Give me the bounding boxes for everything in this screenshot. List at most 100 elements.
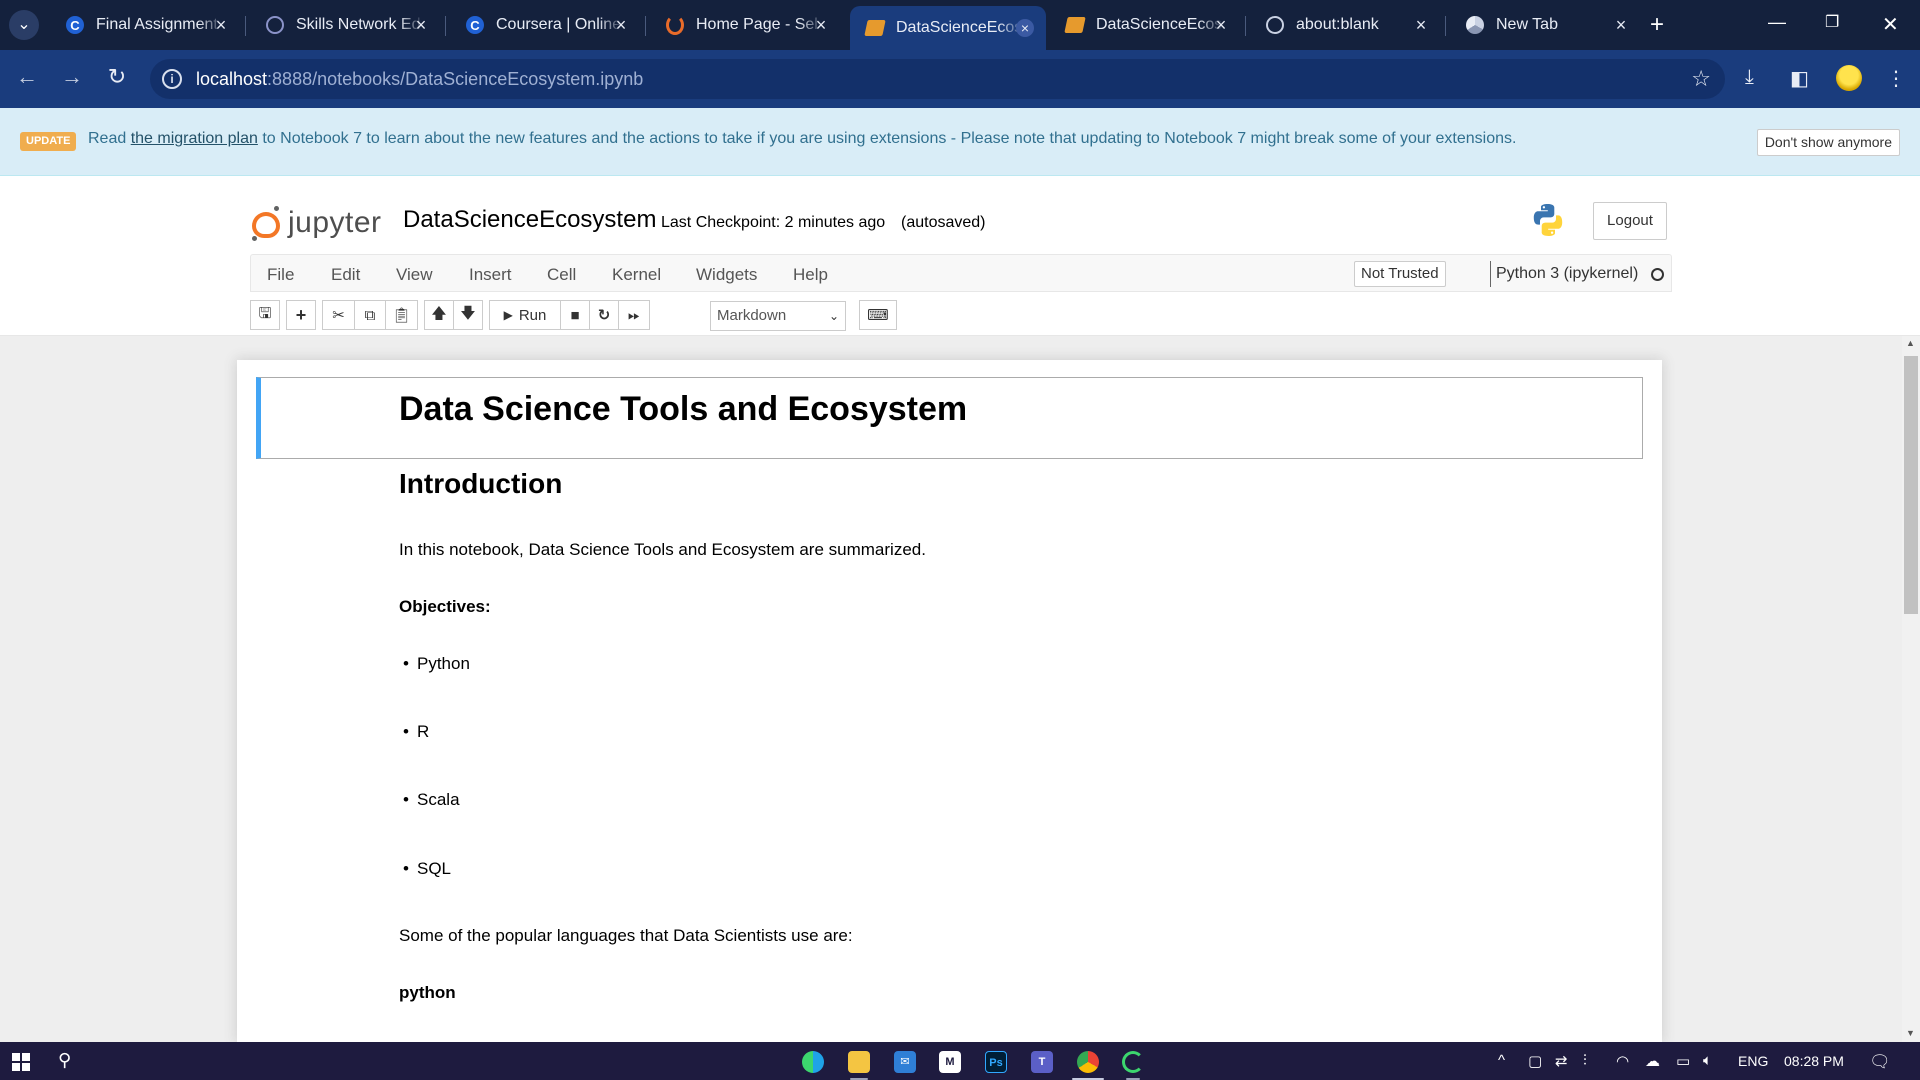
edge-icon[interactable] [802,1051,824,1073]
battery-icon[interactable]: ▭ [1676,1052,1690,1070]
last-checkpoint: Last Checkpoint: 2 minutes ago [661,214,886,231]
kernel-name[interactable]: Python 3 (ipykernel) [1490,261,1638,287]
menu-cell[interactable]: Cell [547,265,576,285]
onedrive-offline-icon[interactable]: ☁ [1645,1052,1660,1070]
list-item: R [403,722,430,742]
tab-title: Coursera | Online [496,16,622,33]
move-down-arrow-icon[interactable]: 🡇 [453,300,483,330]
profile-avatar[interactable] [1836,65,1862,91]
teams-icon[interactable]: T [1031,1051,1053,1073]
url-text[interactable]: localhost:8888/notebooks/DataScienceEcos… [196,69,643,90]
browser-tab[interactable]: DataScienceEcos × [1050,6,1242,44]
bookmark-star-icon[interactable]: ☆ [1691,66,1711,92]
tab-title: DataScienceEcos [896,19,1023,36]
logout-button[interactable]: Logout [1593,202,1667,240]
notebook-name[interactable]: DataScienceEcosystem [403,206,656,234]
move-up-arrow-icon[interactable]: 🡅 [424,300,454,330]
browser-tab[interactable]: about:blank × [1250,6,1442,44]
notepad-app-icon[interactable]: M [939,1051,961,1073]
search-icon[interactable]: ⚲ [58,1050,71,1071]
insert-cell-plus-icon[interactable]: + [286,300,316,330]
browser-tab[interactable]: C Coursera | Online × [450,6,642,44]
browser-tab-strip: ⌄ C Final Assignment × Skills Network Ed… [0,0,1920,50]
site-info-icon[interactable]: i [162,69,182,89]
paste-icon[interactable]: 📋︎ [385,300,418,330]
minimize-icon[interactable]: — [1768,12,1786,33]
cell-type-select[interactable]: Markdown ⌄ [710,301,846,331]
python-logo-icon [1533,204,1563,236]
scroll-up-arrow-icon[interactable]: ▲ [1906,338,1915,348]
run-button[interactable]: ▶ Run [489,300,561,330]
cut-scissors-icon[interactable]: ✂ [322,300,355,330]
close-tab-icon[interactable]: × [212,16,230,34]
close-tab-icon[interactable]: × [1016,19,1034,37]
menu-kernel[interactable]: Kernel [612,265,661,285]
file-explorer-icon[interactable] [848,1051,870,1073]
close-tab-icon[interactable]: × [1212,16,1230,34]
interrupt-stop-icon[interactable]: ■ [560,300,590,330]
menu-view[interactable]: View [396,265,433,285]
window-close-icon[interactable]: ✕ [1882,12,1899,37]
clock[interactable]: 08:28 PM [1784,1053,1844,1069]
browser-menu-icon[interactable]: ⋮ [1886,66,1906,91]
forward-arrow-icon[interactable]: → [57,64,87,90]
reload-icon[interactable]: ↻ [102,64,132,90]
dont-show-anymore-button[interactable]: Don't show anymore [1756,129,1900,156]
mail-icon[interactable]: ✉ [894,1051,916,1073]
scroll-down-arrow-icon[interactable]: ▼ [1906,1028,1915,1038]
app-loading-icon[interactable] [1122,1051,1144,1073]
skills-network-icon [266,16,284,34]
wifi-icon[interactable]: ◠ [1616,1052,1629,1070]
close-tab-icon[interactable]: × [812,16,830,34]
notebook-header: jupyter DataScienceEcosystem Last Checkp… [0,176,1920,336]
scrollbar-thumb[interactable] [1904,356,1918,614]
migration-plan-link[interactable]: the migration plan [131,130,258,147]
new-tab-plus-icon[interactable]: + [1650,12,1664,38]
photoshop-icon[interactable]: Ps [985,1051,1007,1073]
menu-file[interactable]: File [267,265,294,285]
back-arrow-icon[interactable]: ← [12,64,42,90]
close-tab-icon[interactable]: × [412,16,430,34]
not-trusted-button[interactable]: Not Trusted [1354,261,1446,287]
settings-sliders-icon[interactable]: ⇄ [1555,1052,1568,1070]
intro-paragraph: In this notebook, Data Science Tools and… [399,540,926,559]
jupyter-logo-icon [252,206,282,241]
menu-widgets[interactable]: Widgets [696,265,757,285]
windows-start-icon[interactable] [12,1053,30,1071]
menu-help[interactable]: Help [793,265,828,285]
tab-divider [1445,16,1446,36]
save-icon[interactable]: 🖫 [250,300,280,330]
keyboard-shortcuts-icon[interactable]: ⌨ [859,300,897,330]
menu-insert[interactable]: Insert [469,265,512,285]
network-stats-icon[interactable]: ⫶ [1583,1052,1587,1069]
copy-icon[interactable]: ⧉ [354,300,386,330]
jupyter-logo[interactable]: jupyter [252,203,382,243]
menu-edit[interactable]: Edit [331,265,360,285]
page-scrollbar[interactable]: ▲ ▼ [1902,336,1920,1042]
language-indicator[interactable]: ENG [1738,1053,1768,1069]
download-icon[interactable]: ⤓ [1745,66,1754,89]
close-tab-icon[interactable]: × [1412,16,1430,34]
browser-tab[interactable]: C Final Assignment × [50,6,242,44]
show-hidden-icons-chevron-icon[interactable]: ^ [1498,1052,1505,1069]
close-tab-icon[interactable]: × [612,16,630,34]
browser-tab[interactable]: Skills Network Ed × [250,6,442,44]
close-tab-icon[interactable]: × [1612,16,1630,34]
browser-tab[interactable]: New Tab × [1450,6,1642,44]
restart-icon[interactable]: ↻ [589,300,619,330]
menu-bar: File Edit View Insert Cell Kernel Widget… [250,254,1672,292]
tab-search-chevron-icon[interactable]: ⌄ [9,10,39,40]
notebook-page: Data Science Tools and Ecosystem Introdu… [237,360,1662,1042]
list-item: Python [403,654,470,674]
restart-run-all-icon[interactable]: ⏩︎ [618,300,650,330]
notifications-icon[interactable]: 🗨︎ [1869,1052,1891,1072]
browser-toolbar: ← → ↻ i localhost:8888/notebooks/DataSci… [0,50,1920,108]
side-panel-icon[interactable]: ◧ [1790,66,1809,91]
chrome-taskbar-icon[interactable] [1077,1051,1099,1073]
restore-icon[interactable]: ❐ [1825,12,1839,32]
volume-icon[interactable]: 🔈︎ [1703,1052,1712,1069]
meet-now-icon[interactable]: ▢ [1528,1052,1542,1070]
address-bar[interactable]: i localhost:8888/notebooks/DataScienceEc… [150,59,1725,99]
browser-tab-active[interactable]: DataScienceEcos × [850,6,1046,50]
browser-tab[interactable]: Home Page - Sel × [650,6,842,44]
